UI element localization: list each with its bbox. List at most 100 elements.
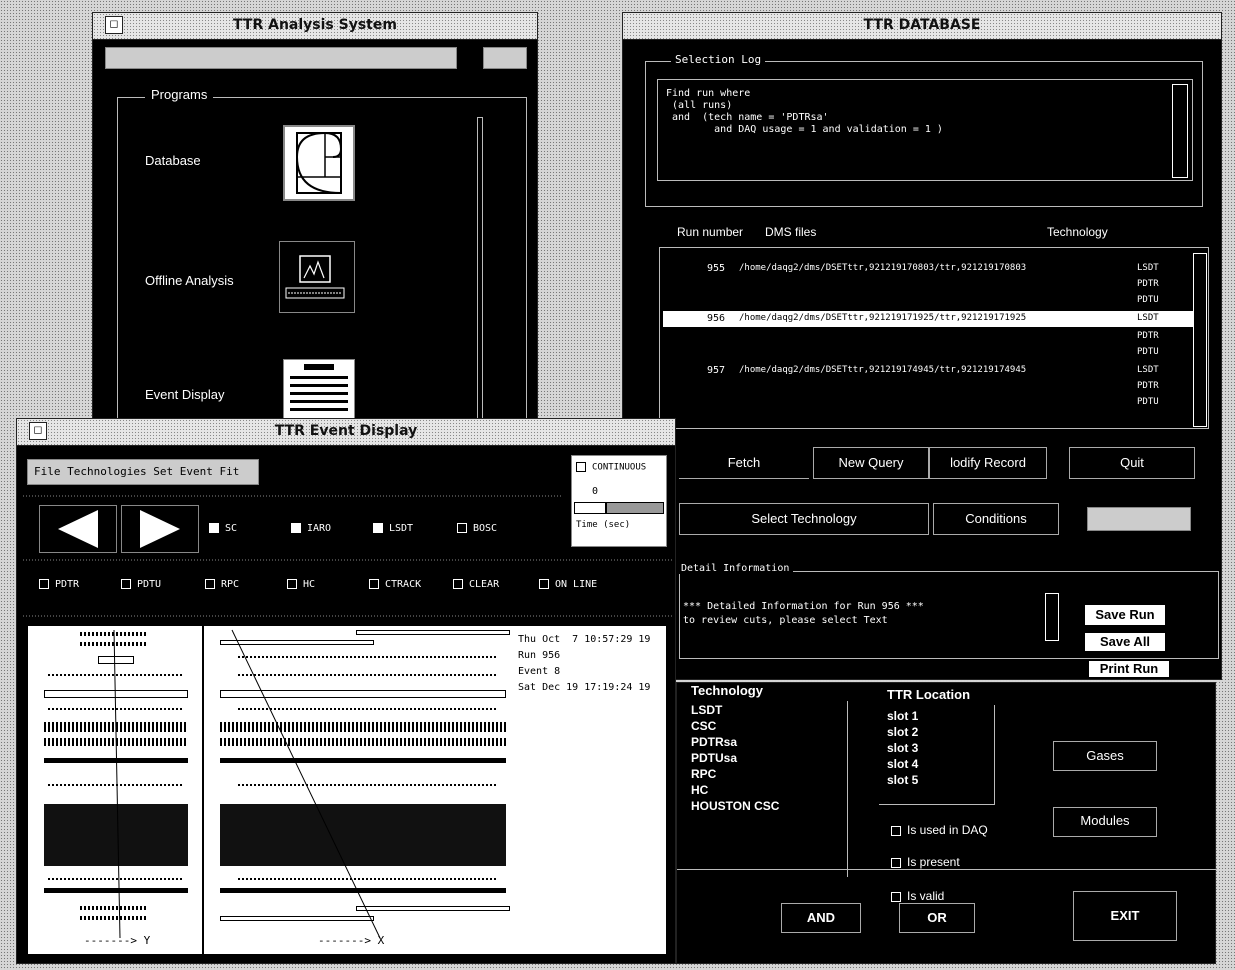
continuous-checkbox[interactable]: CONTINUOUS [576,462,646,473]
prev-event-button[interactable] [39,505,117,553]
run-tech: LSDT [1137,365,1159,375]
toolbar-separator [23,495,563,497]
runs-list[interactable] [659,247,1209,429]
print-run-button[interactable]: Print Run [1087,659,1171,679]
select-technology-button[interactable]: Select Technology [679,503,929,535]
database-titlebar[interactable]: TTR DATABASE [623,13,1221,40]
computer-monitor-icon[interactable] [279,241,355,313]
tech-item[interactable]: LSDT [691,703,722,717]
toolbar-separator [23,559,673,561]
analysis-title: TTR Analysis System [233,17,397,33]
tech-item[interactable]: PDTUsa [691,751,737,765]
run-tech: PDTR [1137,331,1159,341]
detail-line: *** Detailed Information for Run 956 *** [683,601,924,612]
run-tech: LSDT [1137,263,1159,273]
is-used-label: Is used in DAQ [907,823,988,837]
checkbox-icon [891,857,901,868]
and-button[interactable]: AND [781,903,861,933]
menu-bar: File Technologies Set Event Fit [27,459,259,485]
menu-set[interactable]: Set [153,465,173,478]
analysis-window: ◻ TTR Analysis System Programs Database … [92,12,538,427]
detail-line: to review cuts, please select Text [683,615,888,626]
y-view: -------> Y [28,626,204,954]
tech-item[interactable]: RPC [691,767,716,781]
info-line: Sat Dec 19 17:19:24 19 [518,682,651,693]
toggle-hc[interactable]: HC [287,579,315,590]
continuous-label: CONTINUOUS [592,462,647,473]
toggle-ctrack[interactable]: CTRACK [369,579,421,590]
next-event-button[interactable] [121,505,199,553]
time-slider[interactable] [574,502,664,514]
checkbox-icon [891,825,901,836]
conditions-button[interactable]: Conditions [933,503,1059,535]
toggle-clear[interactable]: CLEAR [453,579,499,590]
tech-item[interactable]: HOUSTON CSC [691,799,779,813]
programs-scroll[interactable] [477,117,483,421]
info-line: Run 956 [518,650,561,661]
modules-button[interactable]: Modules [1053,807,1157,837]
menu-file[interactable]: File [34,465,61,478]
tech-list-scroll[interactable] [847,701,853,877]
query-text-area[interactable]: Find run where (all runs) and (tech name… [657,79,1193,181]
run-file: /home/daqg2/dms/DSETttr,921219174945/ttr… [739,365,1027,375]
run-file: /home/daqg2/dms/DSETttr,921219171925/ttr… [739,313,1027,323]
toggle-sc[interactable]: SC [209,523,237,534]
program-label-database: Database [145,153,201,168]
toggle-bosc[interactable]: BOSC [457,523,497,534]
slot-list-frame [879,705,995,805]
y-axis-label: -------> Y [84,934,151,947]
toggle-pdtr[interactable]: PDTR [39,579,79,590]
is-present-label: Is present [907,855,960,869]
time-label: Time (sec) [576,520,631,530]
menu-event[interactable]: Event [180,465,213,478]
toggle-pdtu[interactable]: PDTU [121,579,161,590]
save-all-button[interactable]: Save All [1083,631,1167,653]
database-title: TTR DATABASE [863,17,981,33]
tech-item[interactable]: CSC [691,719,716,733]
exit-button[interactable]: EXIT [1073,891,1177,941]
toggle-online[interactable]: ON LINE [539,579,597,590]
analysis-side-button[interactable] [483,47,527,69]
event-canvas[interactable]: -------> Y -------> X Thu Oct 7 10:57:29… [27,625,667,955]
column-technology: Technology [1047,225,1108,239]
gases-button[interactable]: Gases [1053,741,1157,771]
toggle-rpc[interactable]: RPC [205,579,239,590]
runs-scrollbar[interactable] [1193,253,1207,427]
technology-label: Technology [691,683,763,698]
column-dms-files: DMS files [765,225,817,239]
programs-label: Programs [145,87,214,102]
quit-button[interactable]: Quit [1069,447,1195,479]
info-line: Event 8 [518,666,561,677]
selection-log-label: Selection Log [671,53,766,66]
golden-spiral-icon[interactable] [283,125,355,201]
menu-fit[interactable]: Fit [219,465,239,478]
analysis-titlebar[interactable]: ◻ TTR Analysis System [93,13,537,40]
modify-record-button[interactable]: lodify Record [929,447,1047,479]
is-valid-checkbox[interactable]: Is valid [891,889,944,903]
save-run-button[interactable]: Save Run [1083,603,1167,627]
run-tech: LSDT [1137,313,1159,323]
is-present-checkbox[interactable]: Is present [891,855,960,869]
database-window: TTR DATABASE Selection Log Find run wher… [622,12,1222,680]
run-number: 956 [707,313,726,324]
query-scrollbar[interactable] [1172,84,1188,178]
disabled-button[interactable] [1087,507,1191,531]
is-used-checkbox[interactable]: Is used in DAQ [891,823,988,837]
query-line: (all runs) [666,100,733,111]
detail-scrollbar[interactable] [1045,593,1059,641]
toggle-iaro[interactable]: IARO [291,523,331,534]
query-line: Find run where [666,88,751,99]
tech-item[interactable]: PDTRsa [691,735,737,749]
analysis-input-bar[interactable] [105,47,457,69]
run-tech: PDTU [1137,295,1159,305]
document-icon[interactable] [283,359,355,419]
new-query-button[interactable]: New Query [813,447,929,479]
event-titlebar[interactable]: ◻ TTR Event Display [17,419,675,446]
or-button[interactable]: OR [899,903,975,933]
toggle-lsdt[interactable]: LSDT [373,523,413,534]
tech-item[interactable]: HC [691,783,708,797]
event-window: ◻ TTR Event Display File Technologies Se… [16,418,676,964]
program-label-offline: Offline Analysis [145,273,234,288]
fetch-button[interactable]: Fetch [679,449,809,479]
menu-technologies[interactable]: Technologies [67,465,146,478]
